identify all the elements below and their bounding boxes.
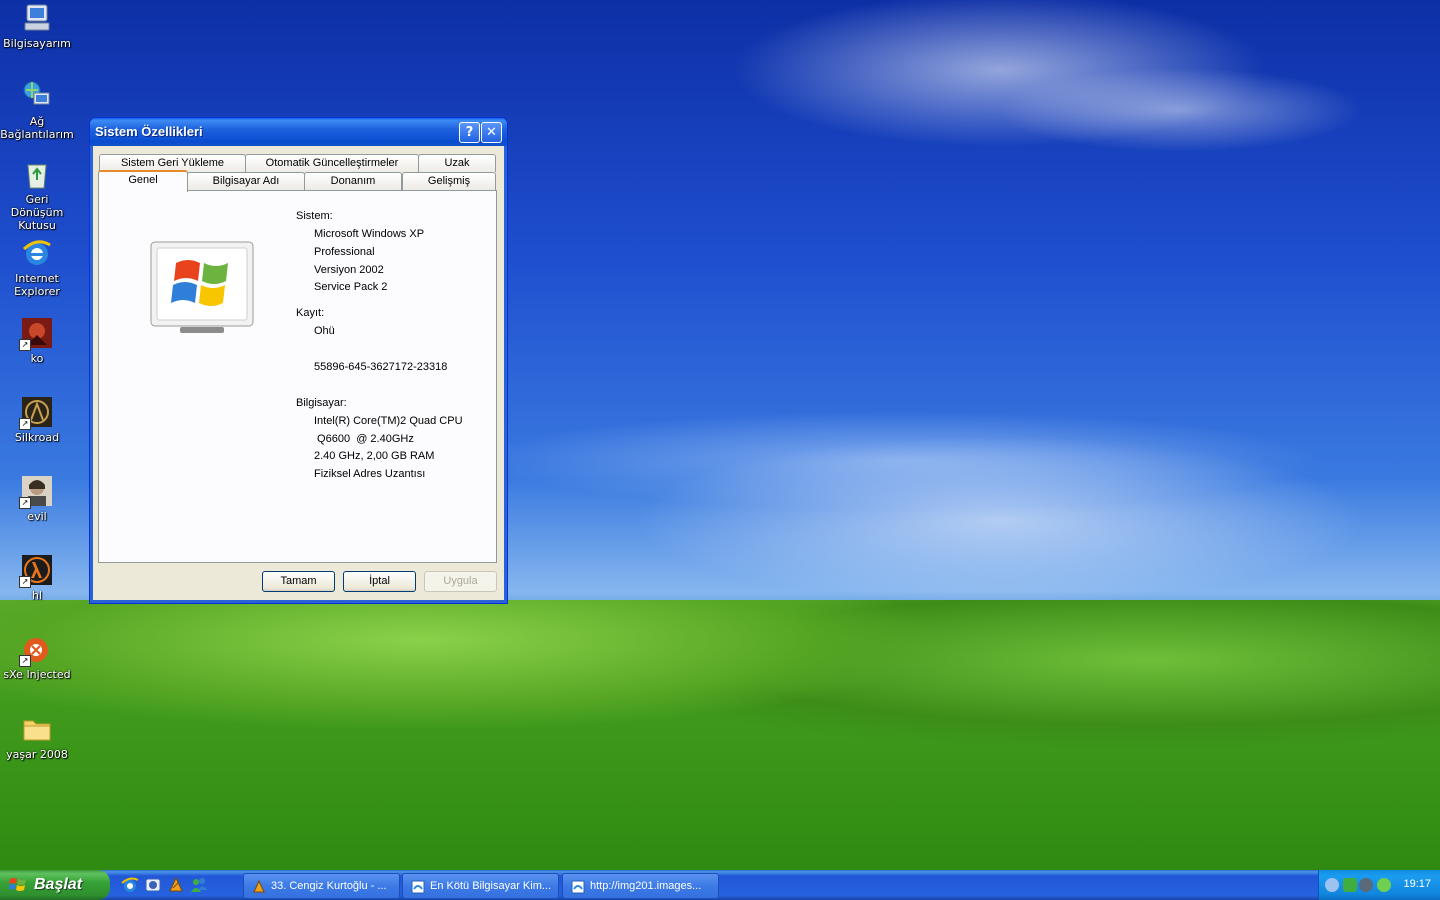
ie-task-icon <box>571 879 585 894</box>
recycle-bin-icon <box>21 158 53 190</box>
desktop-icon-label: hl <box>31 589 43 602</box>
windows-flag-icon <box>8 876 27 894</box>
desktop-icon-label: evil <box>27 510 47 523</box>
tab-general[interactable]: Genel <box>98 170 188 192</box>
close-icon: ✕ <box>486 125 497 140</box>
start-label: Başlat <box>34 876 83 893</box>
quicklaunch-ie-icon[interactable] <box>121 876 139 894</box>
taskbar-task-3[interactable]: http://img201.images... <box>562 873 719 899</box>
winamp-task-icon <box>252 879 266 893</box>
sxe-injected-icon: ↗ <box>19 633 53 667</box>
quicklaunch-outlook-icon[interactable] <box>144 876 162 894</box>
tab-automatic-updates[interactable]: Otomatik Güncelleştirmeler <box>245 154 419 172</box>
internet-explorer-icon <box>21 237 53 269</box>
game-silkroad-icon: ↗ <box>19 396 53 430</box>
taskbar-task-1[interactable]: 33. Cengiz Kurtoğlu - ... <box>243 873 400 899</box>
desktop-icon-sxe-injected[interactable]: ↗ sXe Injected <box>0 633 74 681</box>
tray-messenger-icon[interactable] <box>1377 878 1391 892</box>
registration-heading: Kayıt: <box>296 307 325 319</box>
network-icon <box>21 80 53 112</box>
system-heading: Sistem: <box>296 210 333 222</box>
ie-task-icon <box>411 879 425 894</box>
desktop-icon-label: Ağ Bağlantılarım <box>0 115 74 141</box>
desktop-icon-label: Silkroad <box>14 431 60 444</box>
tab-computer-name[interactable]: Bilgisayar Adı <box>187 172 305 190</box>
tab-label: Genel <box>128 174 158 186</box>
desktop-icon-label: sXe Injected <box>3 668 71 681</box>
taskbar <box>0 870 1440 900</box>
computer-icon <box>21 2 53 34</box>
product-id: 55896-645-3627172-23318 <box>314 361 448 373</box>
taskbar-task-2[interactable]: En Kötü Bilgisayar Kim... <box>402 873 559 899</box>
quicklaunch-messenger-icon[interactable] <box>190 876 208 894</box>
desktop-icon-ko[interactable]: ↗ ko <box>0 317 74 365</box>
window-title: Sistem Özellikleri <box>95 124 203 139</box>
shortcut-arrow-icon: ↗ <box>19 576 31 588</box>
cancel-button[interactable]: İptal <box>343 571 416 592</box>
start-button[interactable]: Başlat <box>0 870 110 900</box>
quicklaunch-winamp-icon[interactable] <box>167 876 185 894</box>
desktop-icon-network[interactable]: Ağ Bağlantılarım <box>0 80 74 141</box>
desktop-icon-label: Geri Dönüşüm Kutusu <box>10 193 64 232</box>
tab-label: Bilgisayar Adı <box>212 175 280 187</box>
shortcut-arrow-icon: ↗ <box>19 418 31 430</box>
apply-button[interactable]: Uygula <box>424 571 497 592</box>
tray-clock[interactable]: 19:17 <box>1403 878 1431 890</box>
system-service-pack: Service Pack 2 <box>314 281 388 293</box>
system-tray: 19:17 <box>1318 870 1440 900</box>
help-icon: ? <box>465 125 474 140</box>
cpu-speed-ram: 2.40 GHz, 2,00 GB RAM <box>314 450 435 462</box>
system-properties-window: Sistem Özellikleri ? ✕ Sistem Geri Yükle… <box>89 117 508 604</box>
tray-app-icon[interactable] <box>1343 878 1357 892</box>
tab-label: Uzak <box>444 157 470 169</box>
desktop-icon-recycle-bin[interactable]: Geri Dönüşüm Kutusu <box>0 158 74 232</box>
tab-label: Donanım <box>330 175 376 187</box>
ok-button[interactable]: Tamam <box>262 571 335 592</box>
game-ko-icon: ↗ <box>19 317 53 351</box>
windows-xp-logo-icon <box>150 241 254 333</box>
task-label: 33. Cengiz Kurtoğlu - ... <box>271 880 387 892</box>
tab-label: Otomatik Güncelleştirmeler <box>265 157 399 169</box>
system-edition: Professional <box>314 246 375 258</box>
tab-hardware[interactable]: Donanım <box>304 172 402 190</box>
folder-icon <box>21 713 53 745</box>
cpu-model: Q6600 @ 2.40GHz <box>314 433 414 445</box>
tab-advanced[interactable]: Gelişmiş <box>402 172 496 190</box>
help-button[interactable]: ? <box>459 122 480 143</box>
tab-label: Gelişmiş <box>427 175 471 187</box>
computer-heading: Bilgisayar: <box>296 397 347 409</box>
tray-volume-icon[interactable] <box>1359 878 1373 892</box>
desktop-icon-label: Internet Explorer <box>14 272 60 298</box>
desktop-icon-label: ko <box>30 352 44 365</box>
desktop-icon-label: yaşar 2008 <box>6 748 68 761</box>
task-label: En Kötü Bilgisayar Kim... <box>430 880 552 892</box>
general-tab-panel: Sistem: Microsoft Windows XP Professiona… <box>98 190 497 563</box>
tab-remote[interactable]: Uzak <box>418 154 496 172</box>
half-life-icon: ↗ <box>19 554 53 588</box>
window-client-area: Sistem Geri Yükleme Otomatik Güncelleşti… <box>94 146 503 599</box>
desktop-icon-yasar-2008[interactable]: yaşar 2008 <box>0 713 74 761</box>
task-label: http://img201.images... <box>590 880 702 892</box>
registered-owner: Ohü <box>314 325 335 337</box>
tab-label: Sistem Geri Yükleme <box>120 157 225 169</box>
desktop-icon-my-computer[interactable]: Bilgisayarım <box>0 2 74 50</box>
shortcut-arrow-icon: ↗ <box>19 655 31 667</box>
desktop-icon-silkroad[interactable]: ↗ Silkroad <box>0 396 74 444</box>
cpu-name: Intel(R) Core(TM)2 Quad CPU <box>314 415 463 427</box>
shortcut-arrow-icon: ↗ <box>19 497 31 509</box>
wallpaper-hills <box>0 600 1440 870</box>
desktop-icon-evil[interactable]: ↗ evil <box>0 475 74 523</box>
desktop-icon-hl[interactable]: ↗ hl <box>0 554 74 602</box>
close-button[interactable]: ✕ <box>481 122 502 143</box>
pae-label: Fiziksel Adres Uzantısı <box>314 468 426 480</box>
system-os-name: Microsoft Windows XP <box>314 228 425 240</box>
window-titlebar[interactable]: Sistem Özellikleri ? ✕ <box>90 118 507 146</box>
desktop-icon-label: Bilgisayarım <box>3 37 71 50</box>
tray-expand-icon[interactable] <box>1325 878 1339 892</box>
desktop-icon-internet-explorer[interactable]: Internet Explorer <box>0 237 74 298</box>
system-version: Versiyon 2002 <box>314 264 384 276</box>
shortcut-arrow-icon: ↗ <box>19 339 31 351</box>
game-evil-icon: ↗ <box>19 475 53 509</box>
